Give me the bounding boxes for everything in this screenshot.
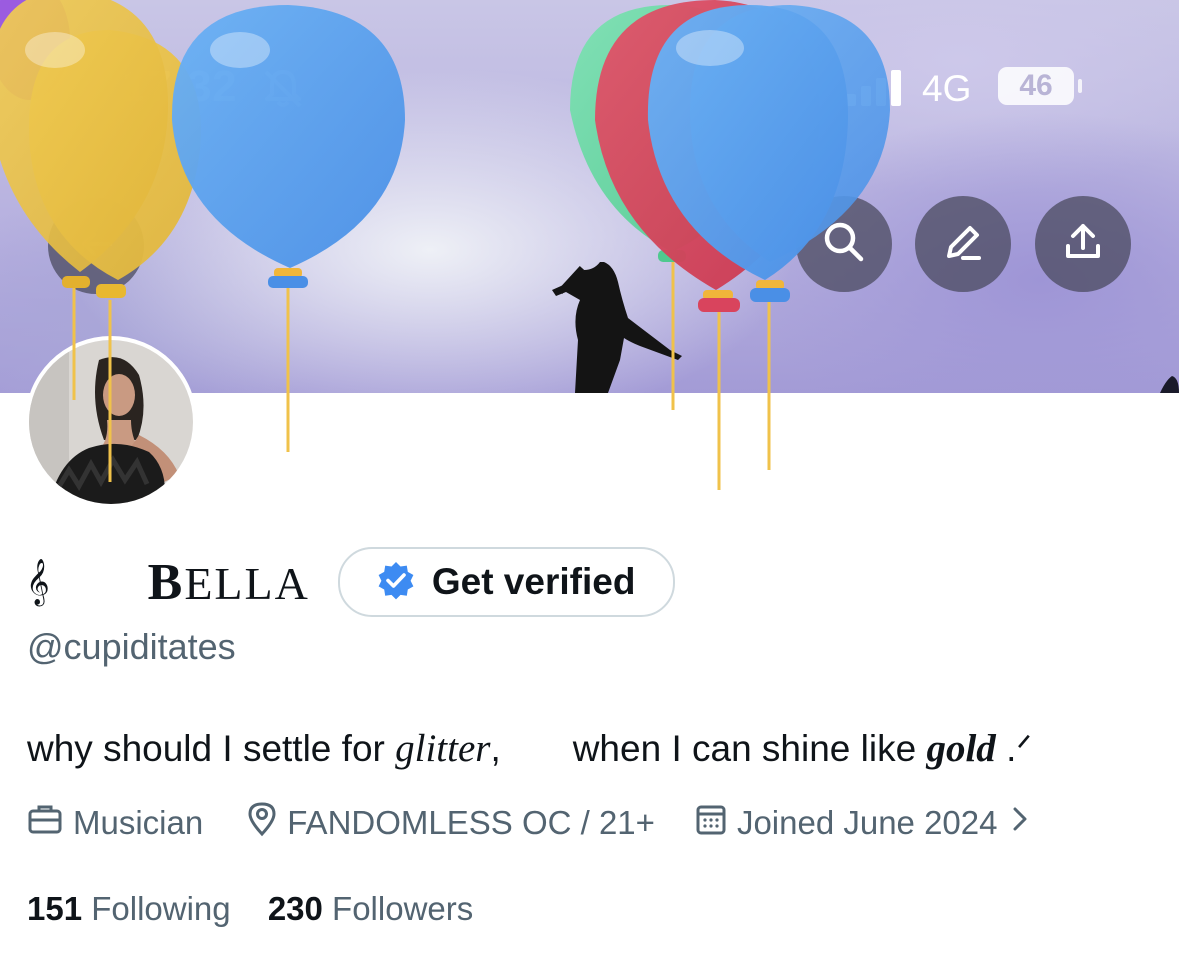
battery-indicator: 46 [998, 67, 1074, 105]
singer-silhouette [552, 262, 1179, 393]
following-link[interactable]: 151 Following [27, 890, 231, 927]
bio-gold: gold [926, 727, 996, 770]
search-icon [820, 218, 868, 271]
edit-button[interactable] [915, 196, 1011, 292]
avatar-photo [29, 340, 193, 504]
following-label: Following [91, 890, 231, 927]
profile-avatar[interactable] [25, 336, 197, 508]
pencil-icon [939, 218, 987, 271]
location-pin-icon [247, 801, 287, 845]
user-handle: @cupiditates [27, 626, 236, 667]
back-arrow-icon [74, 222, 118, 271]
profession-label[interactable]: Musician [73, 804, 203, 842]
location-item: FANDOMLESS OC / 21+ [247, 801, 655, 845]
following-count: 151 [27, 890, 83, 927]
profile-banner: 17:32 4G 46 [0, 0, 1179, 393]
silent-bell-icon [262, 68, 304, 113]
profile-name-row: 𝄞 BELLA Get verified [26, 546, 676, 618]
followers-label: Followers [332, 890, 474, 927]
location-label: FANDOMLESS OC / 21+ [287, 804, 655, 841]
profile-bio: why should I settle for glitter, when I … [27, 726, 1032, 771]
follow-stats: 151 Following 230 Followers [27, 890, 473, 928]
display-name: BELLA [148, 553, 310, 612]
joined-item[interactable]: Joined June 2024 [695, 802, 1040, 844]
bio-glitter: glitter [395, 727, 491, 770]
treble-clef-glyph: 𝄞 [26, 559, 50, 605]
back-button[interactable] [48, 198, 144, 294]
network-type: 4G [922, 68, 972, 109]
briefcase-icon [27, 802, 73, 844]
verified-badge-icon [376, 560, 416, 605]
profession-item: Musician [27, 802, 203, 844]
followers-count: 230 [267, 890, 323, 927]
profile-meta: Musician FANDOMLESS OC / 21+ Joined June… [27, 801, 1040, 845]
get-verified-label: Get verified [431, 561, 636, 602]
joined-label: Joined June 2024 [736, 804, 998, 841]
calendar-icon [695, 802, 737, 844]
share-upload-icon [1059, 218, 1107, 271]
signal-bars-icon [846, 70, 906, 111]
chevron-right-icon [1010, 804, 1040, 842]
get-verified-button[interactable]: Get verified [337, 547, 676, 617]
search-button[interactable] [796, 196, 892, 292]
battery-nub [1078, 79, 1082, 93]
status-time: 17:32 [122, 62, 238, 111]
followers-link[interactable]: 230 Followers [268, 890, 473, 927]
bio-text-2: , when I can shine like [490, 728, 927, 769]
display-name-rest: ELLA [184, 557, 310, 609]
share-button[interactable] [1035, 196, 1131, 292]
display-name-initial: B [147, 553, 185, 611]
bio-text-3: .ᐟ [995, 728, 1033, 769]
bio-text-1: why should I settle for [27, 728, 396, 769]
